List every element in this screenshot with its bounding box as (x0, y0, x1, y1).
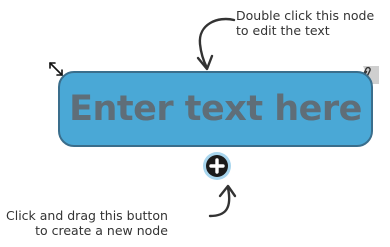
plus-circle-icon[interactable] (202, 151, 232, 181)
edit-hint-line-1: Double click this node (236, 8, 375, 23)
add-node-hint: Click and drag this button to create a n… (6, 208, 168, 238)
edit-hint: Double click this node to edit the text (236, 8, 374, 38)
edit-hint-line-2: to edit the text (236, 23, 330, 38)
add-hint-line-2: to create a new node (35, 223, 168, 238)
edit-hint-arrow-icon (196, 17, 236, 71)
mind-map-node[interactable]: Enter text here (58, 71, 373, 147)
node-text[interactable]: Enter text here (69, 89, 362, 129)
add-hint-line-1: Click and drag this button (6, 208, 168, 223)
add-hint-arrow-icon (208, 184, 237, 218)
